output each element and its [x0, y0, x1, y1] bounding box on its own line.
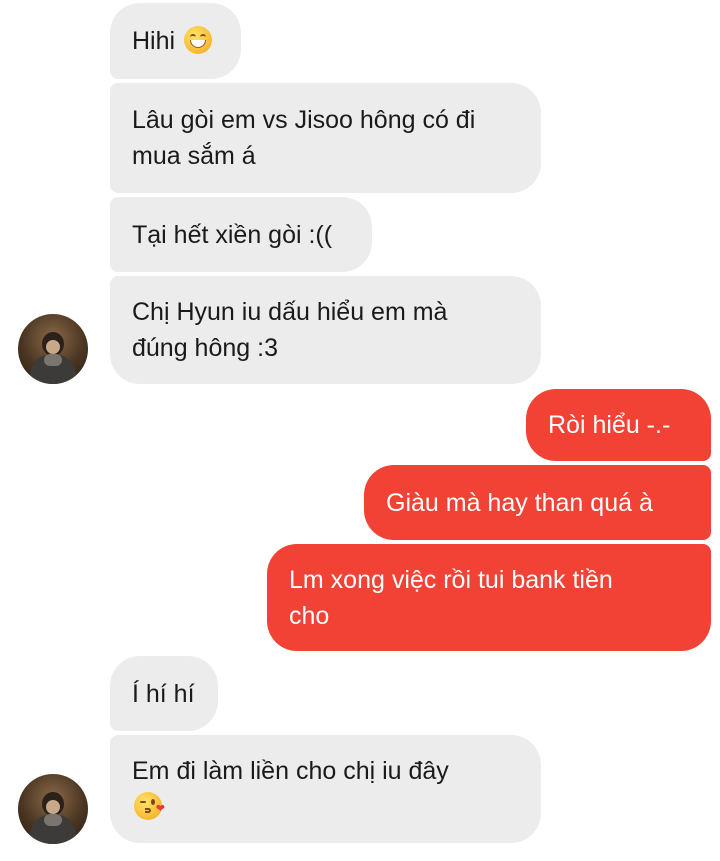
message-text: Tại hết xiền gòi :(( [132, 220, 333, 249]
message-bubble-incoming[interactable]: Em đi làm liền cho chị iu đây ❤ [110, 735, 541, 843]
message-bubble-outgoing[interactable]: Giàu mà hay than quá à [364, 465, 711, 540]
message-line: Chị Hyun iu dấu hiểu em mà [132, 298, 448, 326]
contact-avatar[interactable] [18, 314, 88, 384]
message-bubble-incoming[interactable]: Lâu gòi em vs Jisoo hông có đi mua sắm á [110, 83, 541, 193]
message-text: Giàu mà hay than quá à [386, 488, 653, 517]
face-blowing-kiss-icon: ❤ [134, 792, 165, 820]
message-line: đúng hông :3 [132, 334, 278, 362]
message-bubble-incoming[interactable]: Í hí hí [110, 656, 218, 731]
message-line: Hihi [132, 23, 219, 59]
message-line: mua sắm á [132, 142, 256, 170]
message-text: Hihi [132, 27, 176, 55]
message-bubble-incoming[interactable]: Chị Hyun iu dấu hiểu em mà đúng hông :3 [110, 276, 541, 384]
message-line: ❤ [132, 789, 519, 825]
grinning-face-icon [184, 26, 213, 54]
message-text: Í hí hí [132, 679, 195, 708]
message-line: Lm xong việc rồi tui bank tiền [289, 565, 613, 594]
message-bubble-outgoing[interactable]: Ròi hiểu -.- [526, 389, 711, 461]
message-text: Ròi hiểu -.- [548, 411, 671, 439]
message-bubble-incoming[interactable]: Tại hết xiền gòi :(( [110, 197, 372, 272]
contact-avatar[interactable] [18, 774, 88, 844]
message-bubble-incoming[interactable]: Hihi [110, 3, 241, 79]
message-line: Em đi làm liền cho chị iu đây [132, 757, 449, 785]
message-bubble-outgoing[interactable]: Lm xong việc rồi tui bank tiền cho [267, 544, 711, 651]
message-line: Lâu gòi em vs Jisoo hông có đi [132, 106, 476, 134]
message-line: cho [289, 601, 330, 630]
